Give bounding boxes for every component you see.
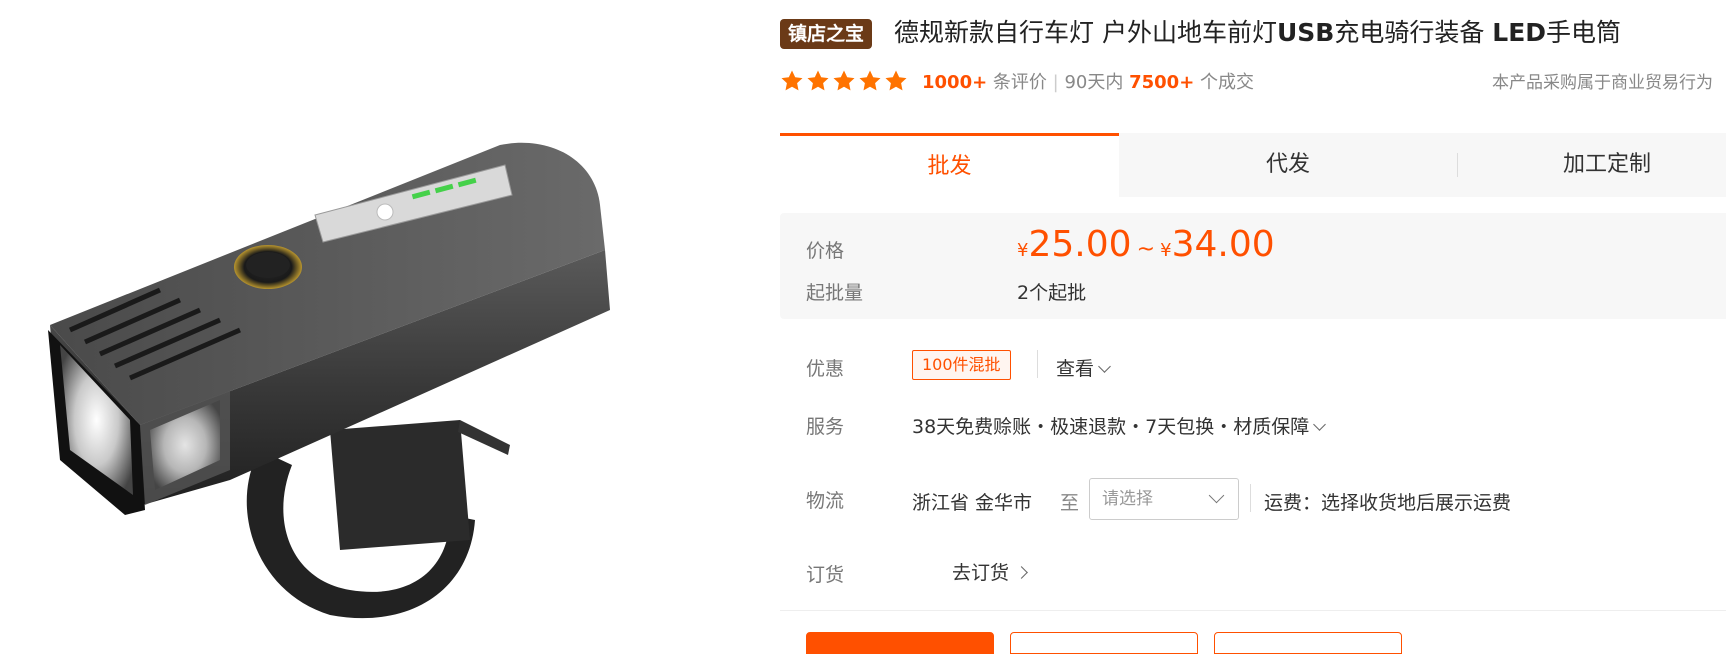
- destination-placeholder: 请选择: [1102, 489, 1153, 509]
- tab-dropship[interactable]: 代发: [1119, 133, 1457, 197]
- product-image: [48, 142, 610, 619]
- destination-select[interactable]: 请选择: [1089, 478, 1239, 520]
- trade-notice: 本产品采购属于商业贸易行为: [1492, 73, 1713, 93]
- purchase-tabs: 批发 代发 加工定制: [780, 133, 1726, 200]
- go-order-link[interactable]: 去订货: [952, 558, 1028, 585]
- price-min: 25.00: [1028, 224, 1132, 265]
- order-label: 订货: [806, 564, 845, 586]
- chevron-right-icon: [1015, 566, 1028, 579]
- promo-label: 优惠: [806, 358, 845, 380]
- tab-custom-processing[interactable]: 加工定制: [1457, 133, 1726, 197]
- logistics-label: 物流: [806, 490, 845, 512]
- secondary-cta-button[interactable]: [1010, 632, 1198, 654]
- promo-tag: 100件混批: [912, 350, 1011, 380]
- divider: [1250, 484, 1251, 512]
- reviews-link[interactable]: 1000+ 条评价 | 90天内 7500+ 个成交: [922, 70, 1254, 96]
- divider: |: [1052, 72, 1059, 93]
- star-icon: [859, 70, 881, 91]
- price-range: ¥25.00 ~ ¥34.00: [1017, 224, 1275, 265]
- service-dropdown[interactable]: 38天免费赊账・极速退款・7天包换・材质保障: [912, 412, 1327, 439]
- chevron-down-icon: [1313, 418, 1327, 431]
- title-part-led: LED: [1492, 18, 1547, 47]
- rating-stars: [780, 69, 908, 93]
- moq-value: 2个起批: [1017, 282, 1087, 304]
- currency-symbol: ¥: [1017, 240, 1029, 261]
- secondary-cta-button[interactable]: [1214, 632, 1402, 654]
- title-part-usb: USB: [1276, 18, 1335, 47]
- title-part: 德规新款自行车灯 户外山地车前灯: [894, 18, 1277, 47]
- star-icon: [807, 70, 829, 91]
- chevron-down-icon: [1208, 487, 1225, 504]
- star-icon: [781, 70, 803, 91]
- divider: [1037, 350, 1038, 378]
- service-label: 服务: [806, 416, 845, 438]
- moq-label: 起批量: [806, 282, 864, 304]
- promo-view-link[interactable]: 查看: [1056, 354, 1111, 381]
- promo-view-label: 查看: [1056, 358, 1095, 380]
- star-icon: [885, 70, 907, 91]
- deals-label: 个成交: [1200, 72, 1255, 93]
- chevron-down-icon: [1098, 360, 1111, 373]
- tab-wholesale[interactable]: 批发: [780, 133, 1119, 200]
- product-title: 德规新款自行车灯 户外山地车前灯USB充电骑行装备 LED手电筒: [894, 15, 1621, 51]
- currency-symbol: ¥: [1160, 240, 1172, 261]
- go-order-label: 去订货: [952, 562, 1010, 584]
- title-part: 手电筒: [1546, 18, 1622, 47]
- title-part: 充电骑行装备: [1334, 18, 1493, 47]
- service-text: 38天免费赊账・极速退款・7天包换・材质保障: [912, 416, 1310, 438]
- ship-to-label: 至: [1060, 492, 1080, 514]
- tab-divider: [1457, 153, 1458, 177]
- star-icon: [833, 70, 855, 91]
- reviews-label: 条评价: [992, 72, 1047, 93]
- price-label: 价格: [806, 240, 845, 262]
- price-max: 34.00: [1171, 224, 1275, 265]
- period-label: 90天内: [1064, 72, 1124, 93]
- ship-origin: 浙江省 金华市: [912, 492, 1033, 514]
- deals-count: 7500+: [1129, 72, 1195, 93]
- store-treasure-badge: 镇店之宝: [780, 19, 873, 49]
- reviews-count: 1000+: [922, 72, 988, 93]
- primary-cta-button[interactable]: [806, 632, 994, 654]
- shipping-fee-text: 运费：选择收货地后展示运费: [1264, 492, 1512, 514]
- price-tilde: ~: [1136, 237, 1156, 262]
